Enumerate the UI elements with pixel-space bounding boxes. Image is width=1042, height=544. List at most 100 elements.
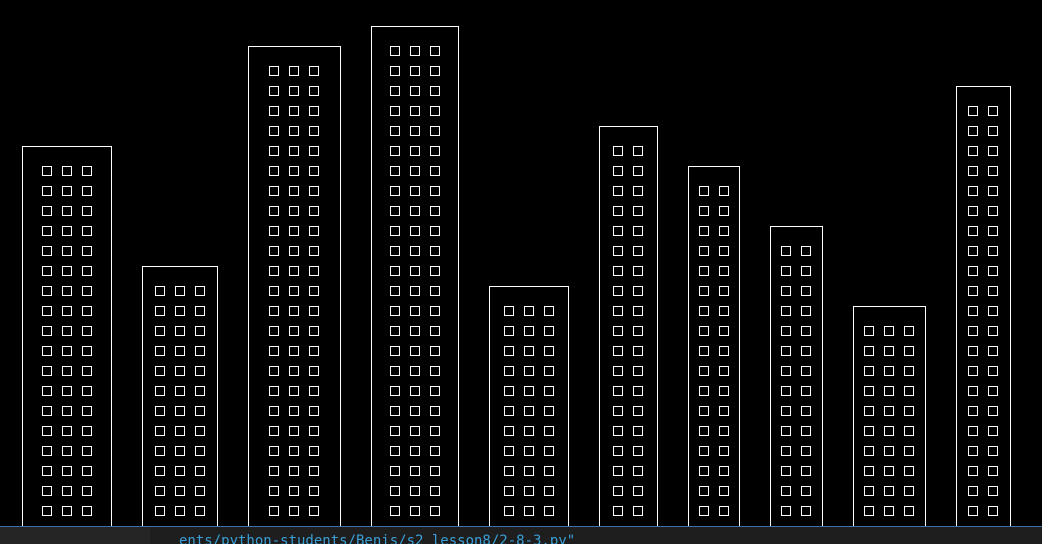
window (968, 266, 978, 276)
window (289, 446, 299, 456)
window (864, 326, 874, 336)
window (309, 146, 319, 156)
window (309, 506, 319, 516)
window (884, 346, 894, 356)
window (968, 126, 978, 136)
window (269, 266, 279, 276)
window (82, 226, 92, 236)
window (430, 106, 440, 116)
window (82, 266, 92, 276)
window (195, 446, 205, 456)
window (390, 146, 400, 156)
window (155, 286, 165, 296)
window (524, 366, 534, 376)
window (633, 446, 643, 456)
window (175, 466, 185, 476)
window (719, 306, 729, 316)
window (719, 366, 729, 376)
window (42, 326, 52, 336)
window (430, 366, 440, 376)
window (524, 446, 534, 456)
window (801, 266, 811, 276)
window (504, 306, 514, 316)
window (884, 326, 894, 336)
window (544, 426, 554, 436)
window (390, 166, 400, 176)
window (175, 386, 185, 396)
window (410, 346, 420, 356)
window (390, 466, 400, 476)
window (968, 326, 978, 336)
window (430, 406, 440, 416)
window (988, 146, 998, 156)
window (719, 206, 729, 216)
window (42, 406, 52, 416)
window (309, 126, 319, 136)
window (82, 446, 92, 456)
window (269, 486, 279, 496)
window (390, 486, 400, 496)
window (504, 466, 514, 476)
window (82, 166, 92, 176)
window (699, 406, 709, 416)
window (410, 126, 420, 136)
window (864, 426, 874, 436)
window (155, 426, 165, 436)
window (988, 266, 998, 276)
window (390, 46, 400, 56)
window (781, 426, 791, 436)
window (309, 206, 319, 216)
window (309, 366, 319, 376)
window (988, 166, 998, 176)
window (719, 246, 729, 256)
window (42, 366, 52, 376)
window (269, 346, 279, 356)
window (968, 186, 978, 196)
window (430, 486, 440, 496)
window (309, 106, 319, 116)
window (524, 386, 534, 396)
window (613, 146, 623, 156)
window (430, 346, 440, 356)
window (390, 366, 400, 376)
window (864, 346, 874, 356)
window (82, 306, 92, 316)
window (988, 246, 998, 256)
window (269, 326, 279, 336)
window (155, 466, 165, 476)
building-7 (688, 166, 740, 526)
terminal-panel[interactable]: ents/python-students/Benis/s2_lesson8/2-… (0, 526, 1042, 544)
window (504, 366, 514, 376)
window (195, 486, 205, 496)
window (175, 426, 185, 436)
window (430, 226, 440, 236)
window (410, 386, 420, 396)
window (719, 266, 729, 276)
window (430, 166, 440, 176)
window (390, 506, 400, 516)
window (62, 226, 72, 236)
window (62, 366, 72, 376)
window (719, 486, 729, 496)
window (544, 366, 554, 376)
window (988, 506, 998, 516)
window (175, 406, 185, 416)
window (309, 486, 319, 496)
window (699, 486, 709, 496)
window (390, 66, 400, 76)
window (289, 206, 299, 216)
window (390, 226, 400, 236)
window (864, 506, 874, 516)
window (62, 346, 72, 356)
building-9 (853, 306, 926, 526)
window (155, 506, 165, 516)
window (269, 506, 279, 516)
window (62, 206, 72, 216)
window (904, 446, 914, 456)
window (633, 426, 643, 436)
window (613, 386, 623, 396)
window (289, 86, 299, 96)
window (719, 286, 729, 296)
building-1 (22, 146, 112, 526)
window (781, 506, 791, 516)
